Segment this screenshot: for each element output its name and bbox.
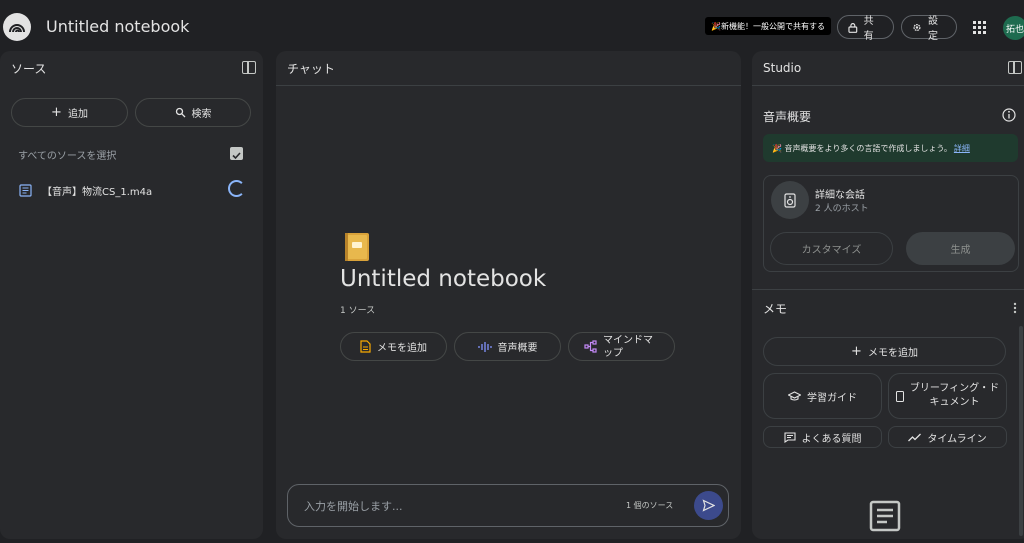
gear-icon: [913, 23, 921, 31]
chat-input-box: 1 個のソース: [287, 484, 729, 527]
info-icon[interactable]: [1002, 108, 1016, 122]
send-button[interactable]: [694, 491, 723, 520]
source-name: 【音声】物流CS_1.m4a: [42, 186, 153, 198]
audio-wave-icon: [477, 341, 492, 352]
divider: [752, 85, 1024, 86]
card-title: 詳細な会話: [815, 190, 865, 201]
settings-button[interactable]: 設定: [901, 15, 957, 42]
notebooklm-logo[interactable]: [3, 13, 31, 41]
timeline-label: タイムライン: [927, 433, 987, 445]
audio-overview-chip-label: 音声概要: [497, 343, 538, 354]
speaker-icon: [784, 192, 796, 208]
divider: [752, 289, 1024, 290]
add-memo-chip-label: メモを追加: [377, 343, 427, 354]
top-bar: Untitled notebook 🎉新機能！一般公開で共有する 共有 設定 拓…: [0, 0, 1024, 52]
more-vert-icon[interactable]: [1013, 302, 1017, 314]
collapse-panel-icon[interactable]: .panel-toggle::after{left:4px;}: [242, 61, 256, 74]
add-source-button[interactable]: + 追加: [11, 98, 128, 127]
audio-overview-chip[interactable]: 音声概要: [454, 332, 561, 361]
add-source-label: 追加: [67, 109, 88, 120]
input-source-count: 1 個のソース: [626, 501, 674, 510]
memo-title: メモ: [763, 302, 788, 316]
study-guide-button[interactable]: 学習ガイド: [763, 373, 882, 419]
mindmap-chip[interactable]: マインドマップ: [568, 332, 675, 361]
plus-icon: +: [851, 344, 862, 359]
search-sparkle-icon: [175, 107, 185, 118]
document-icon: [19, 183, 32, 197]
add-memo-chip[interactable]: メモを追加: [340, 332, 447, 361]
chat-panel: チャット Untitled notebook 1 ソース メモを追加 音声概要: [276, 51, 741, 539]
sources-panel: ソース .panel-toggle::after{left:4px;} + 追加…: [0, 51, 263, 539]
collapse-studio-icon[interactable]: [1008, 61, 1022, 74]
loading-spinner-icon: [228, 180, 245, 197]
study-guide-label: 学習ガイド: [807, 392, 857, 404]
briefing-doc-button[interactable]: ブリーフィング・ドキュメント: [888, 373, 1007, 419]
add-memo-label: メモを追加: [867, 348, 918, 359]
search-source-button[interactable]: 検索: [135, 98, 251, 127]
promo-badge[interactable]: 🎉新機能！一般公開で共有する: [705, 17, 831, 35]
briefing-doc-label: ブリーフィング・ドキュメント: [909, 383, 1000, 408]
graduation-cap-icon: [788, 390, 801, 401]
audio-overview-card: 詳細な会話 2 人のホスト カスタマイズ 生成: [763, 175, 1019, 272]
studio-panel: Studio 音声概要 🎉 音声概要をより多くの言語で作成しましょう。 詳細 詳…: [752, 51, 1024, 539]
select-all-label: すべてのソースを選択: [18, 151, 117, 162]
share-button[interactable]: 共有: [837, 15, 894, 42]
notebook-title[interactable]: Untitled notebook: [46, 17, 189, 36]
audio-overview-title: 音声概要: [763, 110, 812, 124]
divider: [276, 85, 741, 86]
plus-icon: +: [51, 105, 62, 120]
mindmap-chip-label: マインドマップ: [603, 334, 653, 359]
scrollbar[interactable]: [1019, 326, 1023, 536]
studio-title: Studio: [763, 61, 802, 75]
faq-button[interactable]: よくある質問: [763, 426, 882, 448]
lock-icon: [848, 22, 858, 33]
chat-bubble-icon: [783, 431, 796, 443]
sources-title: ソース: [11, 61, 47, 76]
chat-header: チャット: [276, 51, 741, 85]
card-subtitle: 2 人のホスト: [815, 204, 869, 214]
search-source-label: 検索: [191, 109, 212, 120]
language-banner: 🎉 音声概要をより多くの言語で作成しましょう。 詳細: [763, 134, 1018, 162]
share-label: 共有: [863, 16, 874, 42]
chat-input[interactable]: [304, 497, 584, 515]
send-icon: [702, 499, 715, 512]
apps-grid-icon[interactable]: [973, 21, 986, 34]
settings-label: 設定: [927, 16, 938, 42]
select-all-checkbox[interactable]: [230, 147, 243, 160]
document-icon: [895, 390, 904, 402]
notebook-heading: Untitled notebook: [340, 266, 547, 292]
trending-icon: [908, 433, 922, 441]
add-memo-button[interactable]: + メモを追加: [763, 337, 1006, 366]
chat-title: チャット: [287, 61, 335, 76]
generate-button[interactable]: 生成: [906, 232, 1015, 265]
notebook-icon: [345, 233, 369, 261]
banner-link[interactable]: 詳細: [954, 143, 970, 154]
banner-text: 🎉 音声概要をより多くの言語で作成しましょう。: [772, 143, 952, 153]
studio-header: Studio: [752, 51, 1024, 85]
mindmap-icon: [584, 340, 597, 353]
note-icon: [360, 340, 371, 353]
faq-label: よくある質問: [801, 433, 862, 445]
source-count: 1 ソース: [340, 306, 376, 316]
timeline-button[interactable]: タイムライン: [888, 426, 1007, 448]
avatar[interactable]: 拓也: [1003, 16, 1024, 40]
sources-header: ソース .panel-toggle::after{left:4px;}: [0, 51, 263, 85]
note-placeholder-icon: [869, 500, 901, 532]
customize-button[interactable]: カスタマイズ: [770, 232, 893, 265]
source-item[interactable]: 【音声】物流CS_1.m4a: [19, 181, 249, 199]
speaker-avatar: [771, 181, 809, 219]
